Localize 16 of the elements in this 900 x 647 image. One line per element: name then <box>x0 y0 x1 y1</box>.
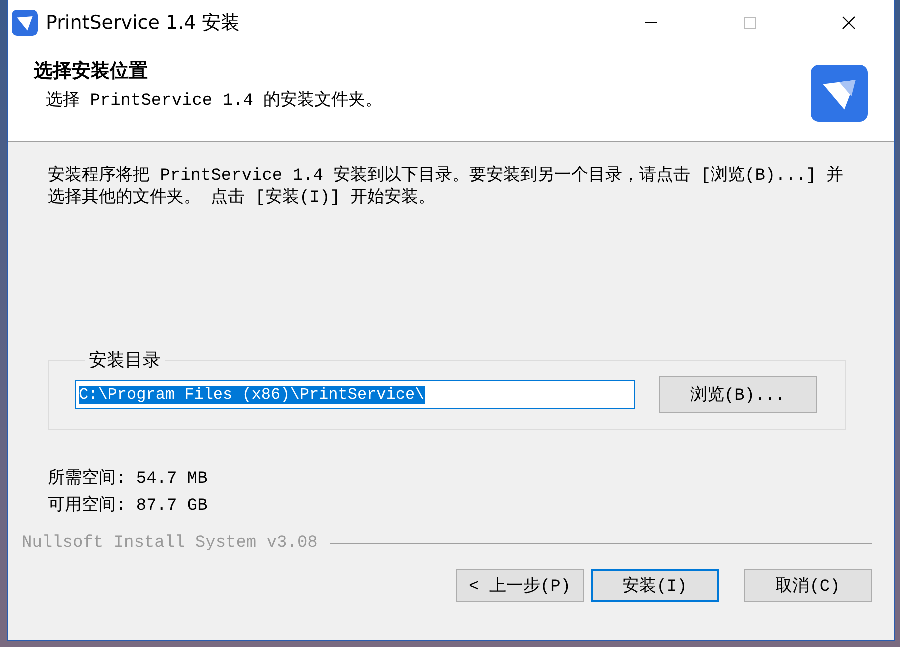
browse-button[interactable]: 浏览(B)... <box>659 376 817 413</box>
space-text: 所需空间: 54.7 MB <box>48 468 209 491</box>
app-logo-icon <box>12 10 38 36</box>
page-subtitle: 选择 PrintService 1.4 的安装文件夹。 <box>45 90 384 111</box>
branding-text: Nullsoft Install System v3.08 <box>22 534 318 553</box>
install-button[interactable]: 安装(I) <box>591 569 719 602</box>
back-button[interactable]: < 上一步(P) <box>456 569 584 602</box>
cancel-button[interactable]: 取消(C) <box>744 569 872 602</box>
space-text: 可用空间: 87.7 GB <box>48 494 209 518</box>
close-icon[interactable] <box>842 16 856 30</box>
path-field[interactable]: C:\Program Files (x86)\PrintService\ <box>75 380 635 409</box>
window-title: PrintService 1.4 安装 <box>46 11 240 36</box>
group-label: 安装目录 <box>88 350 162 372</box>
description-text: 安装程序将把 PrintService 1.4 安装到以下目录。要安装到另一个目录，请点击 [浏览(B)...] 并选择其他的文件夹。 点击 [安装(I)] 开始安装。 <box>48 166 845 210</box>
page-title: 选择安装位置 <box>34 60 149 84</box>
app-logo-icon <box>811 65 868 122</box>
